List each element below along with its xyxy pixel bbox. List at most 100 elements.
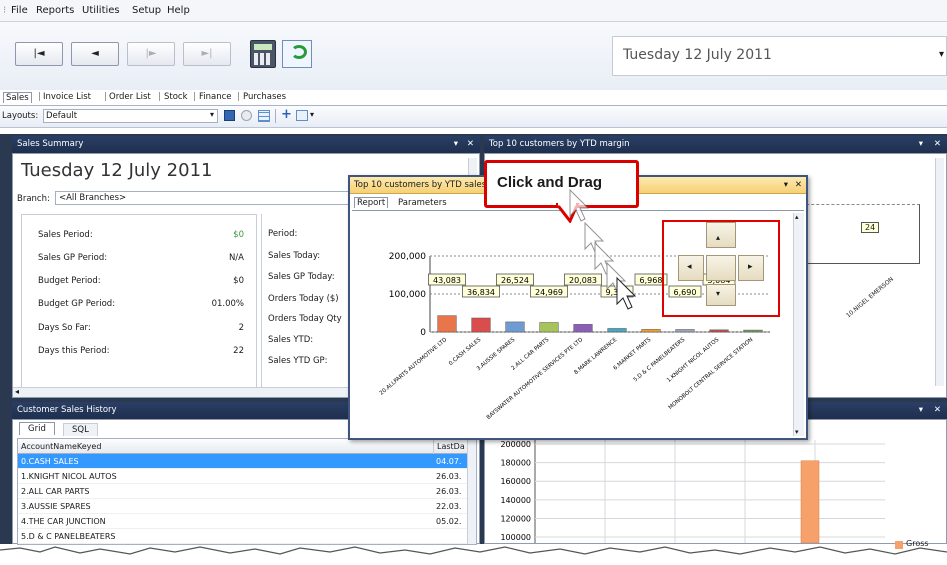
- tab-invoice-list[interactable]: Invoice List: [43, 92, 91, 102]
- vertical-scrollbar[interactable]: ▴ ▾: [793, 213, 804, 436]
- top10-margin-header: Top 10 customers by YTD margin ▾ ✕: [484, 136, 947, 153]
- table-row[interactable]: 5.D & C PANELBEATERS: [18, 529, 468, 544]
- layouts-label: Layouts:: [2, 111, 39, 121]
- menu-setup[interactable]: Setup: [132, 5, 161, 16]
- panel-options-chevron-icon[interactable]: ▾: [310, 110, 314, 119]
- cell-account: 0.CASH SALES: [21, 457, 79, 466]
- vertical-scrollbar[interactable]: [467, 439, 476, 544]
- table-row[interactable]: 0.CASH SALES 04.07.: [18, 454, 468, 469]
- panel-pin-icon[interactable]: ▾: [919, 402, 923, 419]
- y-tick-label: 120000: [500, 514, 531, 523]
- cell-account: 3.AUSSIE SPARES: [21, 502, 91, 511]
- torn-paper-edge: [0, 546, 947, 565]
- save-icon[interactable]: [224, 110, 235, 121]
- layouts-selected-value: Default: [46, 111, 78, 121]
- y-tick-label: 180000: [500, 459, 531, 468]
- metric-value: $0: [233, 276, 244, 286]
- scroll-down-icon[interactable]: ▾: [795, 428, 799, 436]
- grid-layout-icon[interactable]: [258, 110, 270, 122]
- current-date-field[interactable]: Tuesday 12 July 2011 ▾: [612, 36, 947, 76]
- layouts-select[interactable]: Default ▾: [43, 109, 218, 123]
- y-tick-label: 100000: [500, 533, 531, 542]
- tab-order-list[interactable]: Order List: [109, 92, 151, 102]
- date-dropdown-icon[interactable]: ▾: [939, 49, 944, 60]
- sales-summary-header: Sales Summary ▾ ✕: [12, 136, 480, 153]
- margin-data-label: 24: [861, 222, 880, 233]
- bar: [437, 315, 457, 333]
- tab-sql[interactable]: SQL: [63, 423, 98, 436]
- last-record-button[interactable]: ►|: [183, 42, 231, 66]
- y-tick-label: 200,000: [389, 252, 426, 262]
- panel-close-icon[interactable]: ✕: [934, 136, 941, 153]
- vertical-scrollbar[interactable]: [935, 158, 944, 386]
- popup-tab-report[interactable]: Report: [354, 197, 389, 208]
- branch-label: Branch:: [17, 194, 50, 204]
- metric-label: Days this Period:: [38, 346, 110, 356]
- tab-grid[interactable]: Grid: [19, 422, 55, 435]
- next-record-button[interactable]: |►: [127, 42, 175, 66]
- popup-pin-icon[interactable]: ▾: [784, 177, 788, 194]
- panel-pin-icon[interactable]: ▾: [919, 136, 923, 153]
- x-tick-label: 20.ALLPARTS AUTOMOTIVE LTD: [379, 337, 449, 397]
- grid-header-row: AccountNameKeyed LastDa: [18, 439, 476, 454]
- tab-separator: |: [104, 92, 107, 102]
- delete-layout-icon[interactable]: [241, 110, 252, 121]
- metric-value: 2: [238, 323, 244, 333]
- add-panel-icon[interactable]: +: [281, 107, 292, 122]
- tab-stock[interactable]: Stock: [164, 92, 188, 102]
- refresh-icon[interactable]: [282, 40, 312, 68]
- calculator-icon[interactable]: [250, 40, 276, 68]
- panel-close-icon[interactable]: ✕: [467, 136, 474, 153]
- top10-margin-title: Top 10 customers by YTD margin: [489, 139, 630, 149]
- data-label: 26,524: [501, 276, 529, 285]
- cell-account: 5.D & C PANELBEATERS: [21, 532, 116, 541]
- tab-purchases[interactable]: Purchases: [243, 92, 286, 102]
- bar: [539, 322, 559, 333]
- branch-select[interactable]: <All Branches>: [55, 191, 355, 205]
- table-row[interactable]: 2.ALL CAR PARTS 26.03.: [18, 484, 468, 499]
- column-header-account[interactable]: AccountNameKeyed: [21, 439, 101, 454]
- table-row[interactable]: 1.KNIGHT NICOL AUTOS 26.03.: [18, 469, 468, 484]
- metric-label: Budget Period:: [38, 276, 101, 286]
- bar: [709, 329, 729, 333]
- branch-selected-value: <All Branches>: [59, 193, 127, 203]
- toolbar-separator: [275, 109, 276, 123]
- menu-help[interactable]: Help: [167, 5, 190, 16]
- scroll-up-icon[interactable]: ▴: [795, 213, 799, 221]
- metric-label: Budget GP Period:: [38, 299, 116, 309]
- popup-tab-parameters[interactable]: Parameters: [398, 198, 447, 208]
- popup-close-icon[interactable]: ✕: [795, 177, 802, 194]
- tab-sales[interactable]: Sales: [3, 92, 32, 103]
- customer-grid: AccountNameKeyed LastDa 0.CASH SALES 04.…: [17, 438, 477, 545]
- previous-record-button[interactable]: ◄: [71, 42, 119, 66]
- tab-finance[interactable]: Finance: [199, 92, 232, 102]
- bar: [641, 329, 661, 333]
- table-row[interactable]: 4.THE CAR JUNCTION 05.02.: [18, 514, 468, 529]
- y-tick-label: 140000: [500, 496, 531, 505]
- cell-account: 1.KNIGHT NICOL AUTOS: [21, 472, 117, 481]
- panel-pin-icon[interactable]: ▾: [454, 136, 458, 153]
- tab-separator: |: [237, 92, 240, 102]
- panel-options-icon[interactable]: [296, 110, 308, 121]
- bar: [800, 460, 820, 543]
- menu-file[interactable]: File: [11, 5, 28, 16]
- menu-utilities[interactable]: Utilities: [82, 5, 120, 16]
- chevron-down-icon[interactable]: ▾: [210, 110, 214, 119]
- first-record-button[interactable]: |◄: [15, 42, 63, 66]
- bar: [573, 324, 593, 333]
- table-row[interactable]: 3.AUSSIE SPARES 22.03.: [18, 499, 468, 514]
- layouts-bar: Layouts: Default ▾ + ▾: [0, 106, 947, 128]
- metric-label: Sales GP Today:: [268, 272, 335, 282]
- metric-label: Sales Today:: [268, 251, 321, 261]
- menu-reports[interactable]: Reports: [36, 5, 74, 16]
- menu-bar: ⁝ File Reports Utilities Setup Help: [0, 0, 947, 22]
- scroll-left-icon[interactable]: ◂: [15, 387, 19, 396]
- metric-label: Orders Today ($): [268, 294, 339, 304]
- summary-right-box: Period: Sales Today: Sales GP Today: Ord…: [261, 214, 361, 389]
- metric-value: $0: [233, 230, 244, 240]
- column-header-lastdate[interactable]: LastDa: [433, 439, 465, 454]
- customer-history-title: Customer Sales History: [17, 405, 117, 415]
- panel-close-icon[interactable]: ✕: [934, 402, 941, 419]
- y-tick-label: 160000: [500, 477, 531, 486]
- current-date-text: Tuesday 12 July 2011: [623, 47, 772, 63]
